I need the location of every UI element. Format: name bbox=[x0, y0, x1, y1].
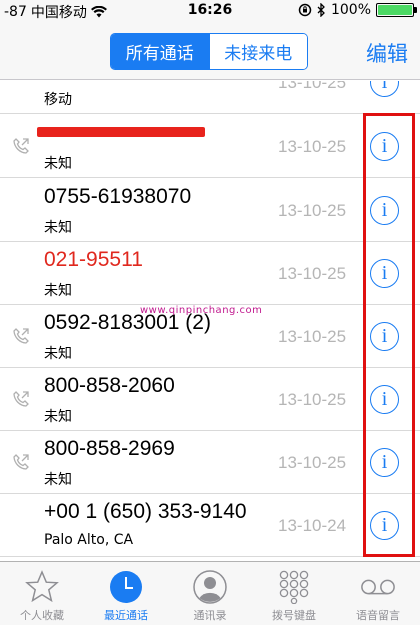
battery-icon bbox=[376, 3, 417, 17]
call-row-2[interactable]: 未知 13-10-25 i bbox=[0, 115, 420, 178]
segment-missed-calls[interactable]: 未接来电 bbox=[208, 34, 307, 69]
tab-bar: 个人收藏 最近通话 通讯录 拨号键盘 语音留言 bbox=[0, 561, 420, 625]
call-label: 未知 bbox=[44, 220, 72, 236]
call-filter-segmented-control: 所有通话 未接来电 bbox=[110, 33, 308, 70]
call-label: 未知 bbox=[44, 156, 72, 172]
tab-keypad[interactable]: 拨号键盘 bbox=[252, 562, 336, 625]
segment-all-calls[interactable]: 所有通话 bbox=[111, 34, 209, 69]
info-buttons-highlight-box bbox=[363, 113, 415, 557]
tab-label: 拨号键盘 bbox=[272, 609, 316, 622]
call-label: 未知 bbox=[44, 409, 72, 425]
call-date: 13-10-24 bbox=[278, 516, 347, 535]
redaction-mark bbox=[37, 127, 205, 137]
call-label: 未知 bbox=[44, 472, 72, 488]
outgoing-call-icon bbox=[12, 390, 30, 412]
clock-icon bbox=[108, 569, 144, 605]
rotation-lock-icon bbox=[298, 3, 312, 17]
call-date: 13-10-25 bbox=[278, 201, 347, 220]
star-icon bbox=[24, 569, 60, 605]
bluetooth-icon bbox=[317, 3, 326, 17]
info-button[interactable]: i bbox=[370, 81, 399, 97]
call-label: 未知 bbox=[44, 283, 72, 299]
outgoing-call-icon bbox=[12, 137, 30, 159]
edit-button[interactable]: 编辑 bbox=[366, 38, 408, 68]
call-date: 13-10-25 bbox=[278, 137, 347, 156]
tab-label: 最近通话 bbox=[104, 609, 148, 622]
tab-recents[interactable]: 最近通话 bbox=[84, 562, 168, 625]
call-number: 800-858-2969 bbox=[44, 437, 175, 460]
tab-favorites[interactable]: 个人收藏 bbox=[0, 562, 84, 625]
call-row-4[interactable]: 021-95511 未知 13-10-25 i bbox=[0, 242, 420, 305]
call-date: 13-10-25 bbox=[278, 264, 347, 283]
call-row-3[interactable]: 0755-61938070 未知 13-10-25 i bbox=[0, 179, 420, 242]
call-number: 800-858-2060 bbox=[44, 374, 175, 397]
tab-label: 个人收藏 bbox=[20, 609, 64, 622]
call-label: 未知 bbox=[44, 346, 72, 362]
battery-percent: 100% bbox=[330, 2, 371, 18]
recent-calls-list[interactable]: 移动 13-10-25 i 未知 13-10-25 i 0755-6193807… bbox=[0, 81, 420, 561]
call-date: 13-10-25 bbox=[278, 390, 347, 409]
call-row-8[interactable]: +00 1 (650) 353-9140 Palo Alto, CA 13-10… bbox=[0, 494, 420, 557]
call-label: 移动 bbox=[44, 92, 72, 108]
call-number: 0755-61938070 bbox=[44, 185, 192, 208]
tab-label: 语音留言 bbox=[356, 609, 400, 622]
call-date: 13-10-25 bbox=[278, 453, 347, 472]
call-date: 13-10-25 bbox=[278, 327, 347, 346]
tab-contacts[interactable]: 通讯录 bbox=[168, 562, 252, 625]
outgoing-call-icon bbox=[12, 453, 30, 475]
call-row-6[interactable]: 800-858-2060 未知 13-10-25 i bbox=[0, 368, 420, 431]
call-number: 021-95511 bbox=[44, 248, 143, 271]
tab-label: 通讯录 bbox=[193, 609, 227, 622]
call-label: Palo Alto, CA bbox=[44, 532, 134, 548]
navigation-bar: 所有通话 未接来电 编辑 bbox=[0, 22, 420, 80]
status-bar: -87 中国移动 16:26 100% bbox=[0, 0, 420, 22]
watermark-text: www.qinpinchang.com bbox=[140, 305, 263, 316]
call-date: 13-10-25 bbox=[278, 81, 347, 92]
tab-voicemail[interactable]: 语音留言 bbox=[336, 562, 420, 625]
outgoing-call-icon bbox=[12, 327, 30, 349]
call-row-7[interactable]: 800-858-2969 未知 13-10-25 i bbox=[0, 431, 420, 494]
voicemail-icon bbox=[360, 569, 396, 605]
call-row-1[interactable]: 移动 13-10-25 i bbox=[0, 81, 420, 114]
keypad-icon bbox=[276, 569, 312, 605]
call-number: +00 1 (650) 353-9140 bbox=[44, 500, 247, 523]
contacts-icon bbox=[192, 569, 228, 605]
